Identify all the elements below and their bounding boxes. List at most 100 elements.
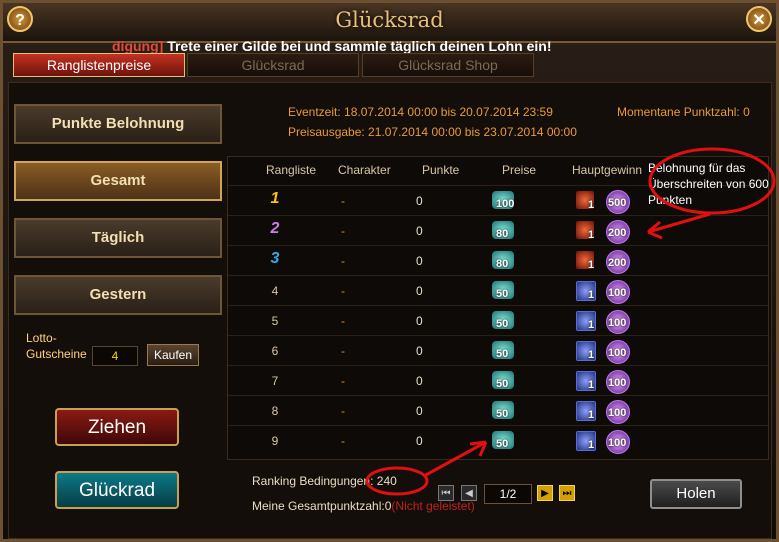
- orb-amount: 100: [608, 287, 627, 299]
- last-page-button[interactable]: ⏭: [559, 485, 575, 501]
- item-reward[interactable]: 1: [576, 401, 596, 421]
- rank-value: 2: [270, 220, 280, 237]
- table-row: 2 - 0 80 1 200: [228, 215, 768, 246]
- character-value: -: [341, 374, 345, 388]
- points-reward-button[interactable]: Punkte Belohnung: [14, 104, 222, 144]
- ranking-condition: Ranking Bedingungen: 240: [252, 474, 397, 488]
- window-title: Glücksrad: [335, 8, 444, 32]
- gem-reward[interactable]: 50: [492, 371, 516, 391]
- item-reward[interactable]: 1: [576, 371, 596, 391]
- header-points: Punkte: [422, 163, 460, 177]
- lotto-label-line1: Lotto-: [26, 331, 57, 345]
- draw-button[interactable]: Ziehen: [55, 408, 179, 446]
- item-reward[interactable]: 1: [576, 431, 596, 451]
- rank-value: 1: [270, 190, 280, 207]
- close-button[interactable]: ✕: [746, 6, 772, 32]
- total-points-value: Meine Gesamtpunktzahl:0: [252, 499, 392, 513]
- rank-value: 5: [271, 314, 279, 328]
- points-value: 0: [416, 404, 423, 418]
- collect-button[interactable]: Holen: [650, 479, 742, 509]
- orb-reward[interactable]: 200: [606, 250, 630, 274]
- tab-lucky-wheel-shop[interactable]: Glücksrad Shop: [362, 53, 534, 77]
- tab-lucky-wheel[interactable]: Glücksrad: [187, 53, 359, 77]
- character-value: -: [341, 314, 345, 328]
- gem-amount: 50: [496, 378, 509, 390]
- gem-reward[interactable]: 50: [492, 431, 516, 451]
- gem-amount: 100: [496, 198, 515, 210]
- item-amount: 1: [588, 289, 595, 301]
- gem-amount: 80: [496, 258, 509, 270]
- daily-ranking-button[interactable]: Täglich: [14, 218, 222, 258]
- orb-reward[interactable]: 100: [606, 310, 630, 334]
- orb-reward[interactable]: 100: [606, 340, 630, 364]
- lotto-label-line2: Gutscheine: [26, 347, 87, 361]
- yesterday-ranking-button[interactable]: Gestern: [14, 275, 222, 315]
- table-row: 3 - 0 80 1 200: [228, 245, 768, 276]
- table-row: 5 - 0 50 1 100: [228, 305, 768, 336]
- orb-amount: 100: [608, 437, 627, 449]
- next-page-button[interactable]: ▶: [537, 485, 553, 501]
- table-row: 9 - 0 50 1 100: [228, 425, 768, 456]
- item-amount: 1: [588, 199, 595, 211]
- rank-value: 3: [270, 250, 280, 267]
- gem-amount: 50: [496, 288, 509, 300]
- orb-reward[interactable]: 200: [606, 220, 630, 244]
- character-value: -: [341, 194, 345, 208]
- character-value: -: [341, 344, 345, 358]
- annotation-text: Belohnung für das Überschreiten von 600 …: [648, 161, 769, 207]
- overall-ranking-button[interactable]: Gesamt: [14, 161, 222, 201]
- item-reward[interactable]: 1: [576, 281, 596, 301]
- gem-reward[interactable]: 50: [492, 281, 516, 301]
- item-reward[interactable]: 1: [576, 311, 596, 331]
- item-amount: 1: [588, 319, 595, 331]
- total-points-status: (Nicht geleistet): [391, 499, 475, 513]
- gem-reward[interactable]: 50: [492, 311, 516, 331]
- page-indicator: 1/2: [484, 484, 532, 504]
- gem-reward[interactable]: 80: [492, 221, 516, 241]
- orb-reward[interactable]: 100: [606, 370, 630, 394]
- item-reward[interactable]: 1: [576, 221, 596, 241]
- gem-reward[interactable]: 100: [492, 191, 516, 211]
- gem-reward[interactable]: 50: [492, 401, 516, 421]
- orb-amount: 200: [608, 227, 627, 239]
- orb-reward[interactable]: 100: [606, 400, 630, 424]
- item-reward[interactable]: 1: [576, 251, 596, 271]
- first-page-button[interactable]: ⏮: [438, 485, 454, 501]
- prev-page-button[interactable]: ◀: [461, 485, 477, 501]
- header-character: Charakter: [338, 163, 391, 177]
- item-amount: 1: [588, 259, 595, 271]
- gem-reward[interactable]: 50: [492, 341, 516, 361]
- gem-amount: 50: [496, 348, 509, 360]
- tab-ranking-prizes[interactable]: Ranglistenpreise: [13, 53, 185, 77]
- table-row: 4 - 0 50 1 100: [228, 275, 768, 306]
- lotto-label: Lotto- Gutscheine: [26, 330, 87, 362]
- gem-reward[interactable]: 80: [492, 251, 516, 271]
- character-value: -: [341, 434, 345, 448]
- points-value: 0: [416, 254, 423, 268]
- character-value: -: [341, 404, 345, 418]
- item-amount: 1: [588, 229, 595, 241]
- lucky-wheel-button[interactable]: Glückrad: [55, 471, 179, 509]
- gem-amount: 50: [496, 318, 509, 330]
- item-reward[interactable]: 1: [576, 191, 596, 211]
- buy-button[interactable]: Kaufen: [147, 344, 199, 366]
- announcement-marquee: digung] Trete einer Gilde bei und sammle…: [112, 38, 552, 54]
- rank-value: 4: [271, 284, 279, 298]
- character-value: -: [341, 224, 345, 238]
- title-bar: ? Glücksrad ✕: [3, 3, 776, 43]
- item-reward[interactable]: 1: [576, 341, 596, 361]
- announcement-prefix: digung]: [112, 38, 164, 54]
- header-rank: Rangliste: [266, 163, 317, 177]
- payout-time: Preisausgabe: 21.07.2014 00:00 bis 23.07…: [288, 125, 577, 139]
- orb-amount: 100: [608, 317, 627, 329]
- item-amount: 1: [588, 349, 595, 361]
- header-prizes: Preise: [502, 163, 537, 177]
- character-value: -: [341, 254, 345, 268]
- orb-reward[interactable]: 100: [606, 430, 630, 454]
- points-value: 0: [416, 284, 423, 298]
- orb-reward[interactable]: 500: [606, 190, 630, 214]
- orb-reward[interactable]: 100: [606, 280, 630, 304]
- orb-amount: 200: [608, 257, 627, 269]
- orb-amount: 100: [608, 347, 627, 359]
- item-amount: 1: [588, 409, 595, 421]
